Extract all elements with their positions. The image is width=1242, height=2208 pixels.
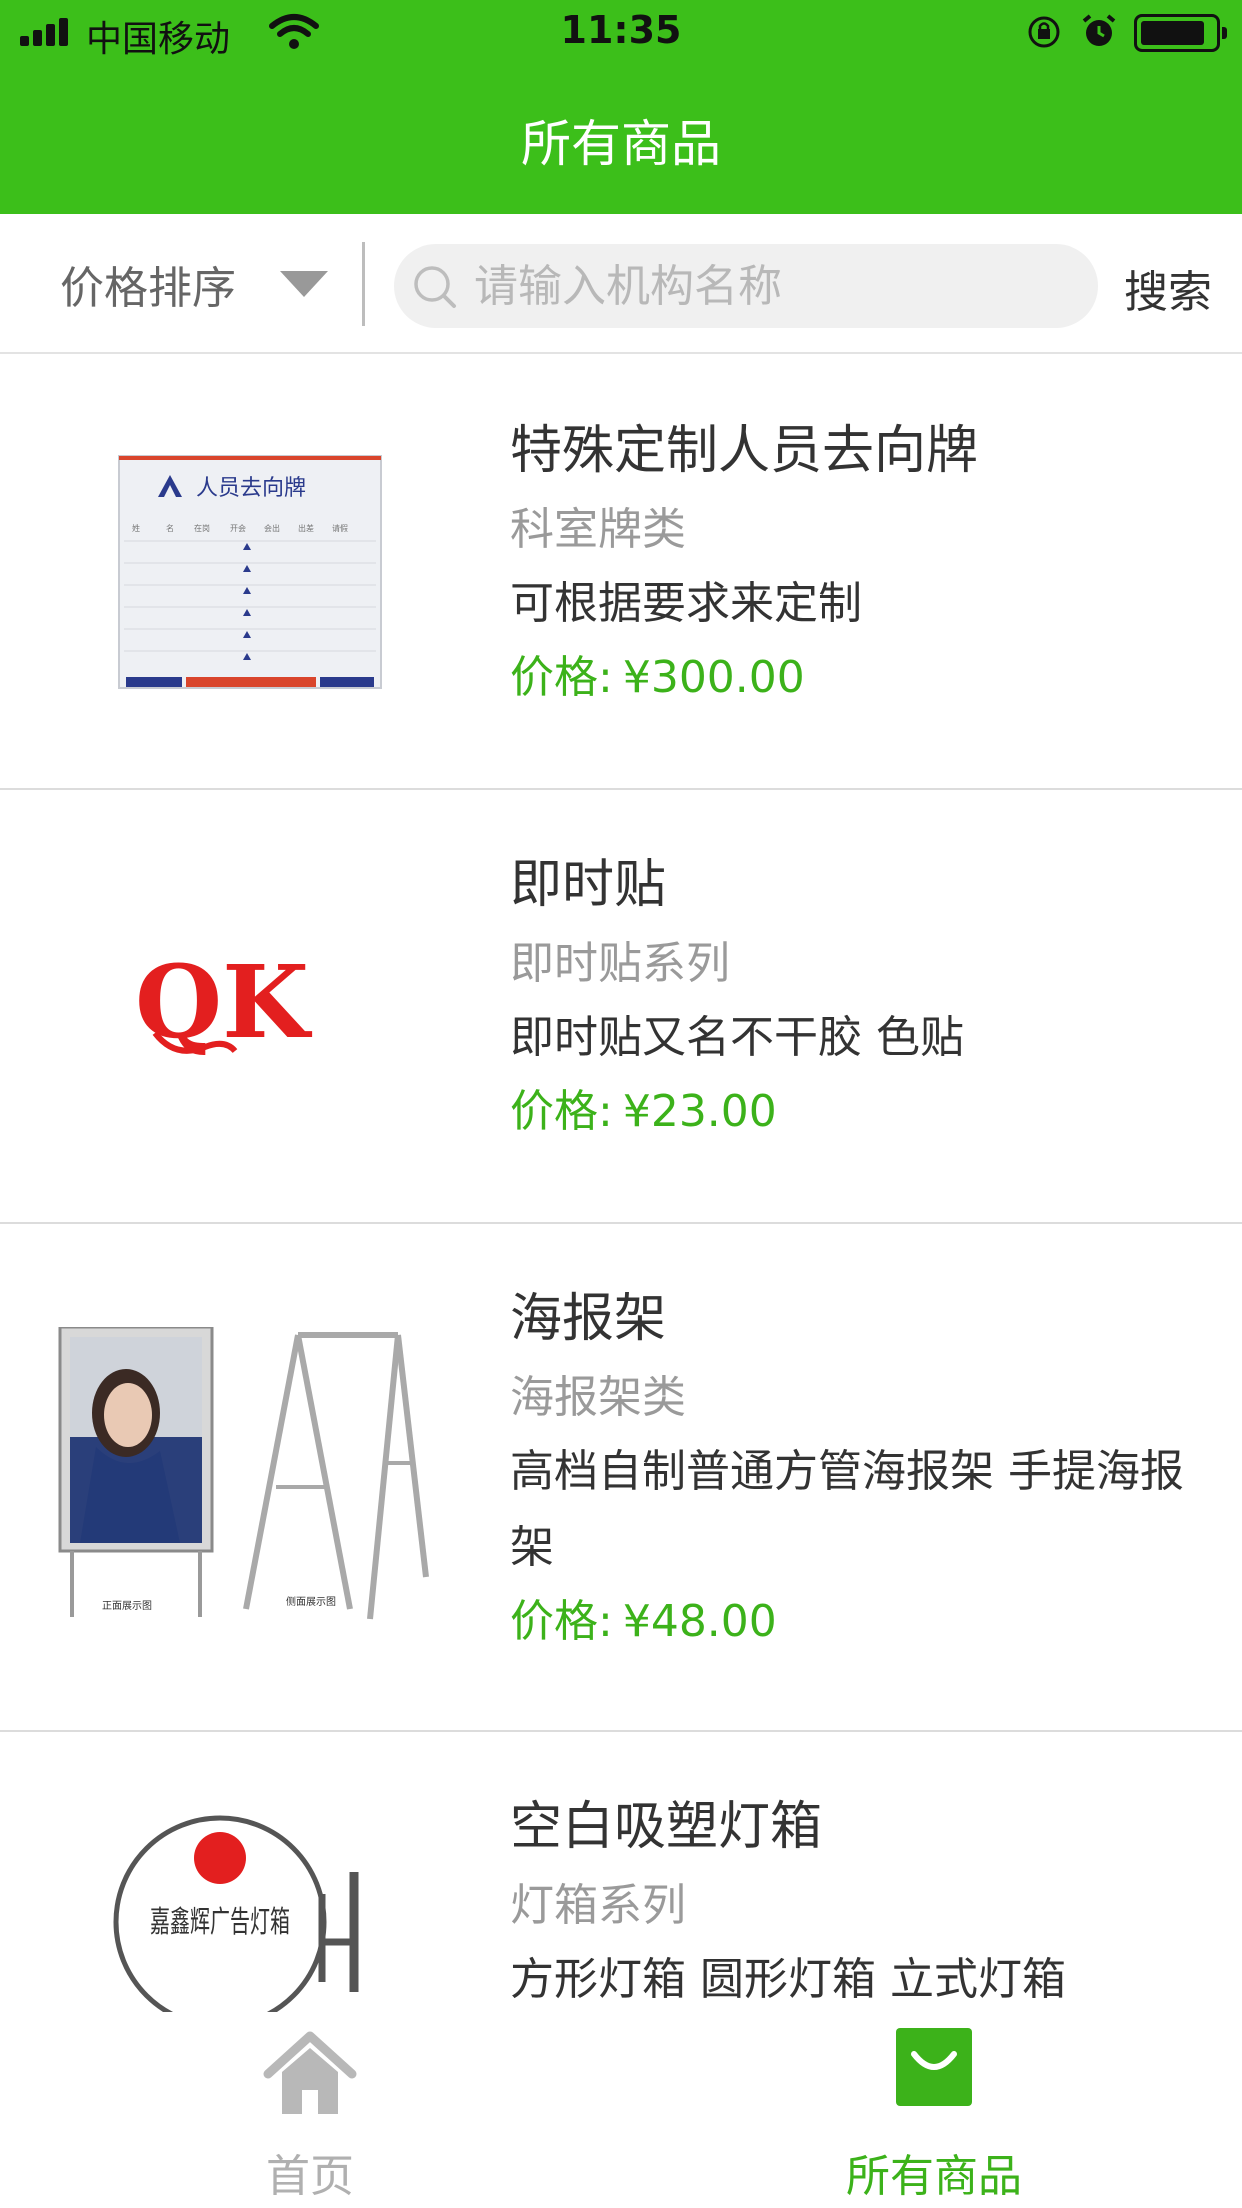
product-list: 人员去向牌 姓 名 在岗 开会 会出 出差 请假 特殊定制人员去向牌 科室牌类 … <box>0 356 1242 2152</box>
product-category: 科室牌类 <box>510 504 686 555</box>
tab-all-products-label: 所有商品 <box>846 2151 1022 2202</box>
product-category: 即时贴系列 <box>510 938 730 989</box>
battery-icon <box>1134 14 1227 52</box>
alarm-icon <box>1082 14 1116 46</box>
search-box[interactable] <box>394 244 1098 328</box>
product-description: 即时贴又名不干胶 色贴 <box>510 1012 964 1063</box>
product-info: 空白吸塑灯箱 灯箱系列 方形灯箱 圆形灯箱 立式灯箱 <box>510 1792 1210 2018</box>
home-icon <box>263 2031 357 2114</box>
tab-home[interactable]: 首页 <box>110 2014 510 2208</box>
board-col: 出差 <box>298 523 314 533</box>
rotation-lock-icon <box>1028 16 1060 48</box>
product-info: 海报架 海报架类 高档自制普通方管海报架 手提海报架 价格: ¥48.00 <box>510 1284 1210 1652</box>
board-col: 开会 <box>230 523 246 533</box>
product-category: 海报架类 <box>510 1372 686 1423</box>
filter-bar: 价格排序 搜索 <box>0 214 1242 354</box>
product-category: 灯箱系列 <box>510 1880 686 1931</box>
tab-bar: 首页 所有商品 <box>0 2014 1242 2208</box>
product-item[interactable]: 正面展示图 侧面展示图 海报架 海报架类 高档自制普通方管海报架 手提海报架 价… <box>0 1224 1242 1732</box>
top-bar: 中国移动 11:35 所有商品 <box>0 0 1242 214</box>
board-col: 名 <box>166 523 174 533</box>
lightbox-logo-image: 嘉鑫辉广告灯箱 <box>113 1815 359 2012</box>
product-item[interactable]: QK 即时贴 即时贴系列 即时贴又名不干胶 色贴 价格: ¥23.00 <box>0 790 1242 1224</box>
price-label: 价格: <box>510 652 613 703</box>
product-image: 正面展示图 侧面展示图 <box>20 1224 460 1730</box>
staff-board-image: 人员去向牌 姓 名 在岗 开会 会出 出差 请假 <box>118 455 382 689</box>
divider <box>362 242 365 326</box>
price-value: ¥300.00 <box>622 652 805 703</box>
product-price: 价格: ¥48.00 <box>510 1592 1210 1652</box>
qk-logo-image: QK <box>135 951 312 1061</box>
product-price: 价格: ¥23.00 <box>510 1082 1210 1142</box>
product-image: QK <box>50 790 450 1222</box>
tab-home-label: 首页 <box>266 2151 354 2202</box>
status-bar: 中国移动 11:35 <box>0 0 1242 66</box>
price-label: 价格: <box>510 1086 613 1137</box>
board-col: 姓 <box>132 523 140 533</box>
lightbox-logo-text: 嘉鑫辉广告灯箱 <box>150 1905 290 1940</box>
price-label: 价格: <box>510 1596 613 1647</box>
tab-all-products[interactable]: 所有商品 <box>734 2014 1134 2208</box>
product-info: 特殊定制人员去向牌 科室牌类 可根据要求来定制 价格: ¥300.00 <box>510 416 1210 708</box>
product-item[interactable]: 人员去向牌 姓 名 在岗 开会 会出 出差 请假 特殊定制人员去向牌 科室牌类 … <box>0 356 1242 790</box>
price-value: ¥23.00 <box>622 1086 777 1137</box>
board-col: 请假 <box>332 523 348 533</box>
price-sort-label: 价格排序 <box>60 263 236 314</box>
product-name: 即时贴 <box>510 855 667 915</box>
board-title: 人员去向牌 <box>196 476 306 501</box>
product-name: 空白吸塑灯箱 <box>510 1797 823 1857</box>
image-caption: 侧面展示图 <box>286 1595 336 1608</box>
search-icon <box>414 266 456 308</box>
shopping-bag-icon <box>896 2028 972 2106</box>
product-description: 可根据要求来定制 <box>510 578 862 629</box>
product-name: 特殊定制人员去向牌 <box>510 421 979 481</box>
board-col: 在岗 <box>194 523 210 533</box>
board-col: 会出 <box>264 523 280 533</box>
page-title: 所有商品 <box>521 115 721 173</box>
image-caption: 正面展示图 <box>102 1600 152 1612</box>
product-image: 人员去向牌 姓 名 在岗 开会 会出 出差 请假 <box>50 356 450 788</box>
product-description: 高档自制普通方管海报架 手提海报架 <box>510 1446 1184 1573</box>
product-price: 价格: ¥300.00 <box>510 648 1210 708</box>
poster-stand-image: 正面展示图 侧面展示图 <box>58 1327 429 1620</box>
search-input[interactable] <box>474 254 1074 318</box>
product-name: 海报架 <box>510 1289 667 1349</box>
dropdown-arrow-icon <box>280 271 328 297</box>
product-info: 即时贴 即时贴系列 即时贴又名不干胶 色贴 价格: ¥23.00 <box>510 850 1210 1142</box>
product-description: 方形灯箱 圆形灯箱 立式灯箱 <box>510 1954 1066 2005</box>
price-sort-dropdown[interactable]: 价格排序 <box>60 252 328 316</box>
price-value: ¥48.00 <box>622 1596 777 1647</box>
battery-level <box>1141 21 1204 45</box>
search-button[interactable]: 搜索 <box>1124 256 1212 320</box>
